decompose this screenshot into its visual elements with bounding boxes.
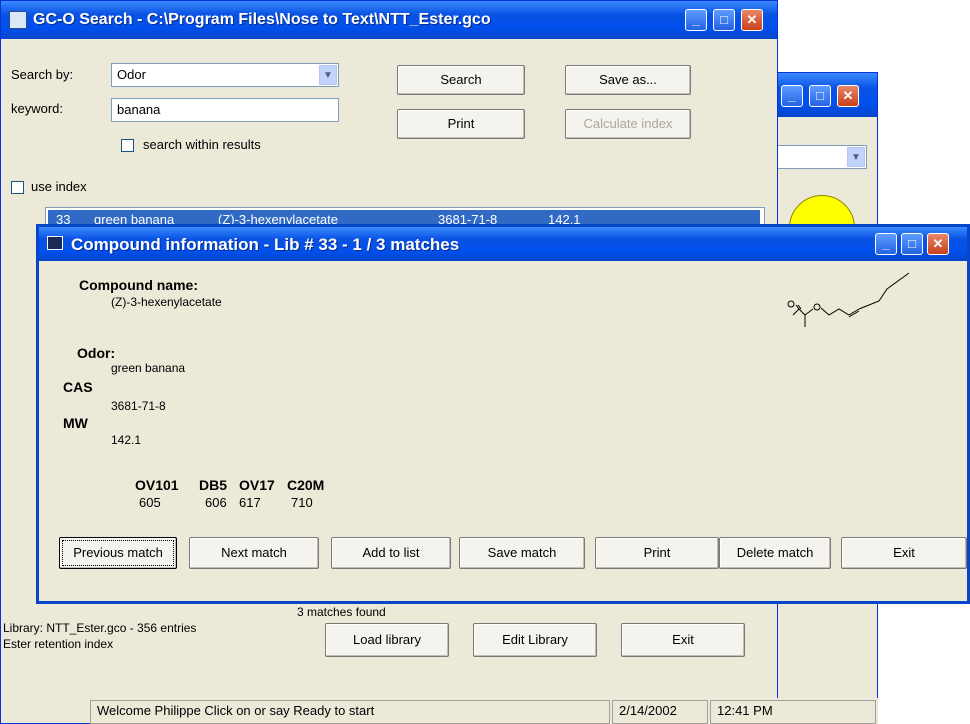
save-match-button[interactable]: Save match <box>459 537 585 569</box>
odor-label: Odor: <box>77 345 116 361</box>
search-by-value: Odor <box>117 67 146 82</box>
odor-value: green banana <box>111 361 186 375</box>
minimize-button[interactable]: _ <box>875 233 897 255</box>
maximize-button[interactable]: □ <box>809 85 831 107</box>
status-time: 12:41 PM <box>710 700 876 724</box>
dropdown-arrow-icon: ▼ <box>847 147 865 167</box>
next-match-button[interactable]: Next match <box>189 537 319 569</box>
status-date: 2/14/2002 <box>612 700 708 724</box>
mw-label: MW <box>63 415 88 431</box>
index-value-ov17: 617 <box>239 495 261 510</box>
compound-window-title: Compound information - Lib # 33 - 1 / 3 … <box>71 235 460 254</box>
compound-name-label: Compound name: <box>79 277 198 293</box>
index-value-db5: 606 <box>205 495 227 510</box>
index-header-ov17: OV17 <box>239 477 275 493</box>
index-header-ov101: OV101 <box>135 477 179 493</box>
minimize-icon: _ <box>692 12 700 27</box>
mw-value: 142.1 <box>111 433 142 447</box>
close-button[interactable]: ✕ <box>837 85 859 107</box>
library-info-line2: Ester retention index <box>3 637 114 651</box>
index-value-c20m: 710 <box>291 495 313 510</box>
exit-button[interactable]: Exit <box>621 623 745 657</box>
close-icon: ✕ <box>746 12 758 27</box>
maximize-icon: □ <box>720 12 728 27</box>
edit-library-button[interactable]: Edit Library <box>473 623 597 657</box>
molecule-structure-icon <box>787 272 909 327</box>
maximize-icon: □ <box>816 88 824 103</box>
main-titlebar[interactable]: GC-O Search - C:\Program Files\Nose to T… <box>1 1 777 39</box>
search-by-dropdown[interactable]: Odor ▼ <box>111 63 339 87</box>
status-bar: Welcome Philippe Click on or say Ready t… <box>90 698 878 724</box>
calculate-index-button[interactable]: Calculate index <box>565 109 691 139</box>
exit-compound-button[interactable]: Exit <box>841 537 967 569</box>
search-button[interactable]: Search <box>397 65 525 95</box>
minimize-button[interactable]: _ <box>685 9 707 31</box>
library-info-line1: Library: NTT_Ester.gco - 356 entries <box>3 621 197 635</box>
index-header-db5: DB5 <box>199 477 228 493</box>
print-match-button[interactable]: Print <box>595 537 719 569</box>
save-as-button[interactable]: Save as... <box>565 65 691 95</box>
minimize-icon: _ <box>882 236 890 251</box>
keyword-input[interactable]: banana <box>111 98 339 122</box>
maximize-button[interactable]: □ <box>713 9 735 31</box>
maximize-icon: □ <box>908 236 916 251</box>
dropdown-arrow-icon: ▼ <box>319 65 337 85</box>
app-icon <box>9 11 27 29</box>
cas-label: CAS <box>63 379 93 395</box>
compound-name-value: (Z)-3-hexenylacetate <box>111 295 222 309</box>
maximize-button[interactable]: □ <box>901 233 923 255</box>
close-button[interactable]: ✕ <box>741 9 763 31</box>
index-header-c20m: C20M <box>287 477 325 493</box>
use-index-label: use index <box>31 179 87 194</box>
minimize-icon: _ <box>788 88 796 103</box>
minimize-button[interactable]: _ <box>781 85 803 107</box>
keyword-value: banana <box>117 102 161 117</box>
close-button[interactable]: ✕ <box>927 233 949 255</box>
cas-value: 3681-71-8 <box>111 399 166 413</box>
close-icon: ✕ <box>842 88 854 103</box>
use-index-checkbox[interactable] <box>11 181 24 194</box>
main-window-title: GC-O Search - C:\Program Files\Nose to T… <box>33 11 491 28</box>
search-within-checkbox[interactable] <box>121 139 134 152</box>
add-to-list-button[interactable]: Add to list <box>331 537 451 569</box>
delete-match-button[interactable]: Delete match <box>719 537 831 569</box>
status-message: Welcome Philippe Click on or say Ready t… <box>90 700 610 724</box>
search-within-label: search within results <box>143 137 261 152</box>
index-value-ov101: 605 <box>139 495 161 510</box>
book-icon <box>47 236 63 250</box>
previous-match-button[interactable]: Previous match <box>59 537 177 569</box>
search-by-label: Search by: <box>11 67 74 82</box>
close-icon: ✕ <box>932 236 944 251</box>
print-button[interactable]: Print <box>397 109 525 139</box>
load-library-button[interactable]: Load library <box>325 623 449 657</box>
matches-found-text: 3 matches found <box>297 605 386 619</box>
keyword-label: keyword: <box>11 101 64 116</box>
compound-info-window: Compound information - Lib # 33 - 1 / 3 … <box>36 224 970 604</box>
